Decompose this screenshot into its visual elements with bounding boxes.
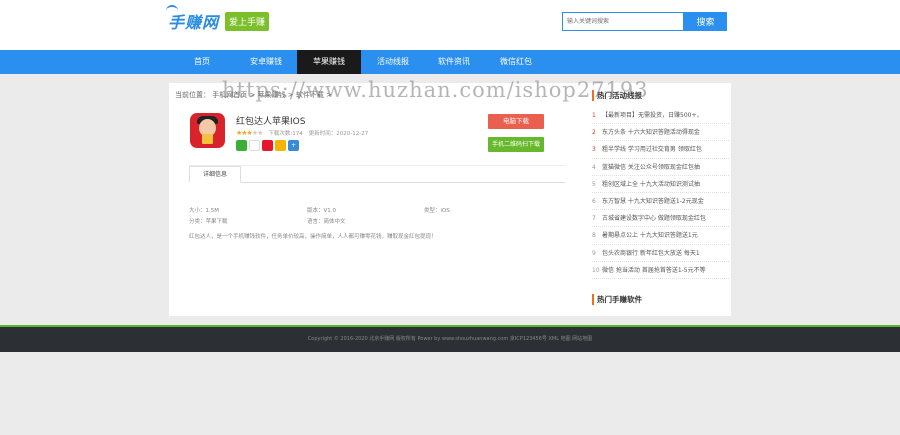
list-item[interactable]: 2 东方头条 十六大知识答题活动得现金 — [592, 124, 729, 142]
qr-download-button[interactable]: 手机二维码扫下载 — [488, 137, 544, 152]
pc-download-button[interactable]: 电脑下载 — [488, 114, 544, 129]
divider — [189, 165, 565, 166]
watermark: https://www.huzhan.com/ishop27193 — [222, 78, 649, 102]
list-item[interactable]: 9 包头农商银行 新年红包大放送 每天1 — [592, 245, 729, 262]
nav-item-android[interactable]: 安卓赚钱 — [234, 50, 298, 74]
main-content: 当前位置： 手机网首页 > 苹果赚钱 > 软件下载 > 红包达人苹果IOS ★★… — [169, 83, 731, 316]
info-language: 语言：简体中文 — [307, 219, 346, 225]
sidebar-title-2: 热门手赚软件 — [592, 294, 642, 305]
app-description: 红包达人，是一个手机赚钱软件，任务单价较高，操作简单，人人都可赚零花钱，赚取现金… — [189, 234, 437, 240]
nav-item-home[interactable]: 首页 — [170, 50, 234, 74]
nav-item-apple[interactable]: 苹果赚钱 — [297, 50, 361, 74]
list-item[interactable]: 10 微信 抢当活动 首届抢首答送1-5元不等 — [592, 262, 729, 279]
sidebar-list: 1 【最新项目】无需投资，日赚500+， 2 东方头条 十六大知识答题活动得现金 3… — [592, 107, 729, 279]
update-time: 更新时间：2020-12-27 — [308, 131, 369, 137]
list-item[interactable]: 6 东方智慧 十九大知识答题送1-2元现金 — [592, 193, 729, 211]
info-category: 分类：苹果下载 — [189, 219, 228, 225]
more-share-icon[interactable]: + — [288, 140, 299, 151]
top-header: 手赚网 爱上手赚 搜索 — [0, 0, 900, 50]
main-nav: 首页 安卓赚钱 苹果赚钱 活动线报 软件资讯 微信红包 — [0, 50, 900, 74]
qq-share-icon[interactable] — [249, 140, 260, 151]
info-version: 版本：V1.0 — [307, 208, 337, 214]
site-logo[interactable]: 手赚网 爱上手赚 — [166, 5, 270, 34]
list-item[interactable]: 8 暑期悬点公上 十九大知识答题送1元 — [592, 227, 729, 245]
wifi-icon — [166, 5, 178, 13]
list-item[interactable]: 5 粗创区域上全 十九大活动知识测试抽 — [592, 176, 729, 193]
info-type: 类型：iOS — [424, 208, 450, 214]
app-meta: ★★★★★ 下载次数:174 更新时间：2020-12-27 — [236, 129, 368, 137]
footer-text: Copyright © 2016-2020 北京手赚网 版权所有 Power b… — [307, 336, 593, 342]
app-icon — [190, 113, 225, 148]
app-title: 红包达人苹果IOS — [236, 117, 306, 127]
search-button[interactable]: 搜索 — [684, 12, 727, 31]
tab-line — [189, 182, 565, 183]
list-item[interactable]: 7 古城省建设数字中心 做题领取现金红包 — [592, 210, 729, 228]
nav-item-news[interactable]: 软件资讯 — [422, 50, 486, 74]
qzone-share-icon[interactable] — [275, 140, 286, 151]
search-bar: 搜索 — [562, 12, 727, 31]
list-item[interactable]: 3 粗半学线 学习用过社交育男 领取红包 — [592, 141, 729, 159]
nav-item-activities[interactable]: 活动线报 — [361, 50, 425, 74]
list-item[interactable]: 1 【最新项目】无需投资，日赚500+， — [592, 107, 729, 125]
logo-badge: 爱上手赚 — [225, 11, 270, 31]
tab-details[interactable]: 详细信息 — [189, 166, 241, 183]
rating-stars: ★★★★★ — [236, 129, 263, 137]
search-input[interactable] — [562, 12, 684, 31]
nav-item-wechat[interactable]: 微信红包 — [484, 50, 548, 74]
weibo-share-icon[interactable] — [262, 140, 273, 151]
footer: Copyright © 2016-2020 北京手赚网 版权所有 Power b… — [0, 325, 900, 352]
wechat-share-icon[interactable] — [236, 140, 247, 151]
list-item[interactable]: 4 蓝猫微信 关注公众号领取现金红包抽 — [592, 159, 729, 176]
download-count: 下载次数:174 — [268, 131, 303, 137]
share-icons: + — [236, 140, 299, 151]
info-size: 大小：1.5M — [189, 208, 219, 214]
